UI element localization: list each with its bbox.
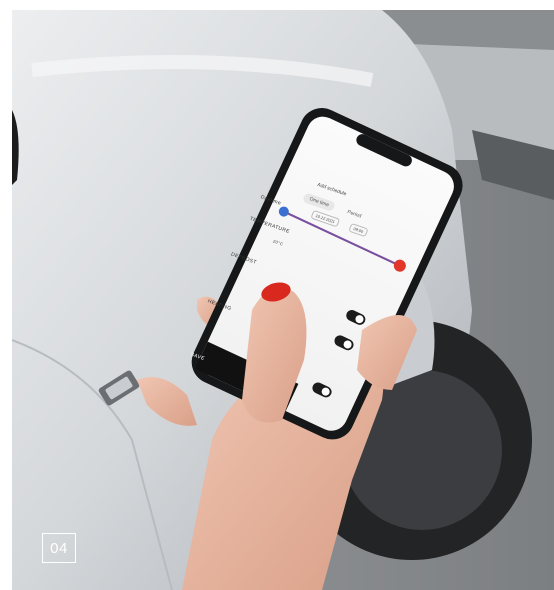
tab-one-time[interactable]: One time (301, 192, 337, 213)
temperature-heading: TEMPERATURE (248, 215, 291, 235)
time-pill[interactable]: 09:00 (348, 222, 369, 238)
tab-period[interactable]: Period (340, 205, 369, 223)
defrost-heading: DEFROST (229, 251, 258, 266)
heating-heading: HEATING (206, 298, 233, 313)
temperature-value: 20°C (272, 238, 285, 247)
image-number-badge: 04 (42, 533, 76, 563)
daytime-label: Daytime (259, 194, 282, 207)
date-pill[interactable]: 10.12.2021 (310, 209, 341, 228)
save-button[interactable]: SAVE (189, 352, 205, 362)
photo: Add schedule One time Period Daytime 10.… (12, 10, 554, 590)
